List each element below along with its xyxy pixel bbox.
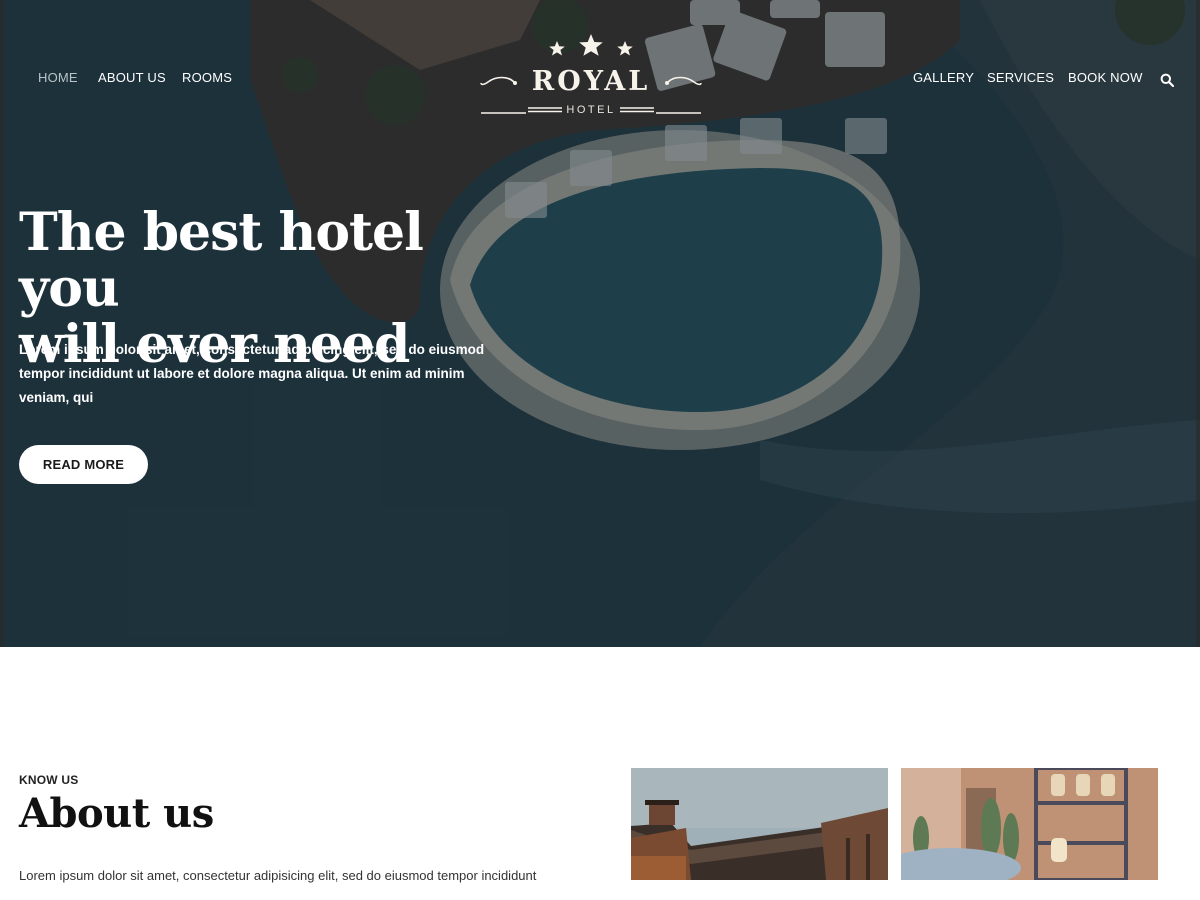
logo-sub: HOTEL <box>566 104 616 116</box>
roof-image <box>631 768 888 880</box>
about-photo-roof <box>631 768 888 880</box>
about-title: About us <box>19 790 214 837</box>
three-stars-icon <box>549 34 633 56</box>
about-kicker: KNOW US <box>19 773 79 787</box>
about-text: Lorem ipsum dolor sit amet, consectetur … <box>19 868 537 883</box>
hero-description: Lorem ipsum dolor sit amet, consectetur … <box>19 342 485 405</box>
hotel-logo[interactable]: ROYAL HOTEL <box>478 32 704 118</box>
nav-item-services[interactable]: SERVICES <box>987 70 1054 85</box>
read-more-button[interactable]: READ MORE <box>19 445 148 484</box>
nav-item-home[interactable]: HOME <box>38 70 78 85</box>
hero-edge-left <box>0 0 4 647</box>
search-icon[interactable] <box>1160 73 1174 87</box>
nav-item-book-now[interactable]: BOOK NOW <box>1068 70 1143 85</box>
nav-item-gallery[interactable]: GALLERY <box>913 70 974 85</box>
hero-title-line-1: The best hotel you <box>19 202 424 319</box>
nav-item-about-us[interactable]: ABOUT US <box>98 70 166 85</box>
nav-item-rooms[interactable]: ROOMS <box>182 70 232 85</box>
about-photo-interior <box>901 768 1158 880</box>
logo-name: ROYAL <box>531 66 651 97</box>
interior-image <box>901 768 1158 880</box>
hero-edge-right <box>1196 0 1200 647</box>
